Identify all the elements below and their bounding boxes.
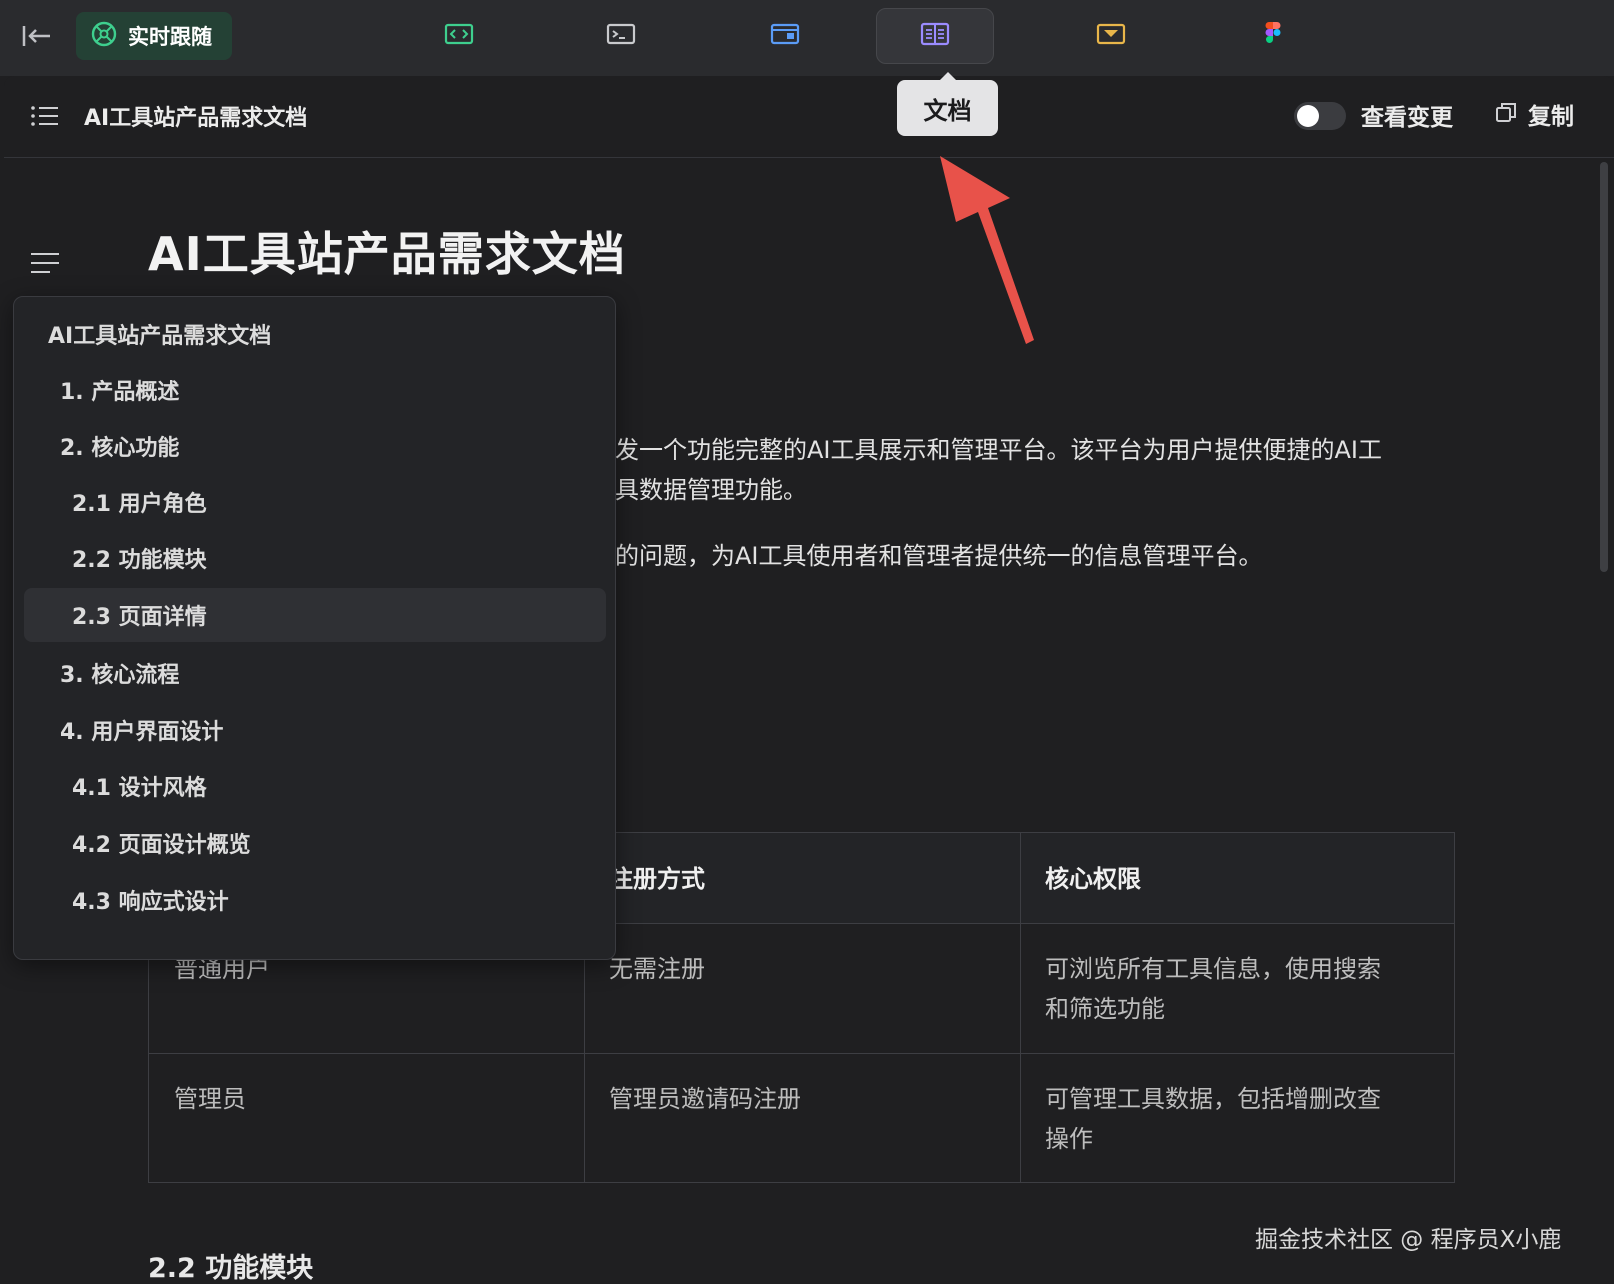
tab-document[interactable] xyxy=(876,8,994,64)
table-cell: 管理员 xyxy=(174,1085,246,1113)
collapse-panel-icon[interactable] xyxy=(18,20,54,52)
code-icon xyxy=(444,22,474,50)
realtime-follow-label: 实时跟随 xyxy=(128,25,212,49)
toc-item[interactable]: 2.1 用户角色 xyxy=(24,475,606,529)
tab-preview[interactable] xyxy=(726,8,844,64)
inbox-icon xyxy=(1096,22,1126,50)
tab-database[interactable] xyxy=(1052,8,1170,64)
list-menu-icon[interactable] xyxy=(30,104,60,132)
toc-item[interactable]: 1. 产品概述 xyxy=(24,363,606,417)
table-divider xyxy=(1020,833,1021,1182)
figma-icon xyxy=(1263,21,1283,51)
copy-label: 复制 xyxy=(1528,104,1574,130)
table-cell: 和筛选功能 xyxy=(1045,995,1165,1023)
view-changes-label: 查看变更 xyxy=(1361,105,1453,131)
document-name: AI工具站产品需求文档 xyxy=(84,106,308,131)
toc-item[interactable]: 4. 用户界面设计 xyxy=(24,703,606,757)
table-cell: 可管理工具数据，包括增删改查 xyxy=(1045,1085,1381,1113)
annotation-arrow-icon xyxy=(930,150,1040,354)
top-toolbar: 实时跟随 xyxy=(0,0,1614,76)
view-changes-toggle[interactable] xyxy=(1294,102,1346,130)
toc-item[interactable]: 2.2 功能模块 xyxy=(24,531,606,585)
preview-window-icon xyxy=(770,22,800,50)
section-heading: 2.2 功能模块 xyxy=(148,1253,314,1284)
terminal-icon xyxy=(606,22,636,50)
tab-terminal[interactable] xyxy=(562,8,680,64)
document-tab-tooltip: 文档 xyxy=(897,72,998,136)
paragraph-line: 发一个功能完整的AI工具展示和管理平台。该平台为用户提供便捷的AI工 xyxy=(615,436,1382,464)
table-cell: 可浏览所有工具信息，使用搜索 xyxy=(1045,955,1381,983)
app-window: 实时跟随 文档 AI工具站产品需求文档 查看变更 复制 AI工具站产品需求文档 … xyxy=(0,0,1614,1284)
follow-icon xyxy=(90,20,118,52)
copy-button[interactable]: 复制 xyxy=(1494,96,1574,132)
toc-item[interactable]: 4.2 页面设计概览 xyxy=(24,816,606,870)
page-title: AI工具站产品需求文档 xyxy=(148,227,626,281)
table-of-contents-popup: AI工具站产品需求文档 1. 产品概述 2. 核心功能 2.1 用户角色 2.2… xyxy=(13,296,616,960)
copy-icon xyxy=(1494,100,1518,128)
toc-toggle-icon[interactable] xyxy=(30,252,60,278)
document-header-bar: AI工具站产品需求文档 查看变更 复制 xyxy=(4,76,1614,158)
toc-item[interactable]: 3. 核心流程 xyxy=(24,646,606,700)
table-header-cell: 注册方式 xyxy=(609,865,705,893)
toc-item[interactable]: 2. 核心功能 xyxy=(24,419,606,473)
realtime-follow-button[interactable]: 实时跟随 xyxy=(76,12,232,60)
scrollbar[interactable] xyxy=(1600,162,1608,572)
toc-item-active[interactable]: 2.3 页面详情 xyxy=(24,588,606,642)
tab-figma[interactable] xyxy=(1214,8,1332,64)
table-header-cell: 核心权限 xyxy=(1045,865,1141,893)
toggle-knob xyxy=(1297,105,1319,127)
toc-item[interactable]: AI工具站产品需求文档 xyxy=(24,307,606,361)
toc-item[interactable]: 4.1 设计风格 xyxy=(24,759,606,813)
toc-item[interactable]: 4.3 响应式设计 xyxy=(24,873,606,927)
table-cell: 操作 xyxy=(1045,1125,1093,1153)
document-icon xyxy=(920,22,950,50)
watermark: 掘金技术社区 @ 程序员X小鹿 xyxy=(1255,1227,1562,1253)
paragraph: 的问题，为AI工具使用者和管理者提供统一的信息管理平台。 xyxy=(615,542,1263,570)
table-divider xyxy=(149,1053,1454,1054)
table-cell: 无需注册 xyxy=(609,955,705,983)
paragraph-line: 具数据管理功能。 xyxy=(615,476,807,504)
table-cell: 管理员邀请码注册 xyxy=(609,1085,801,1113)
tab-code[interactable] xyxy=(400,8,518,64)
